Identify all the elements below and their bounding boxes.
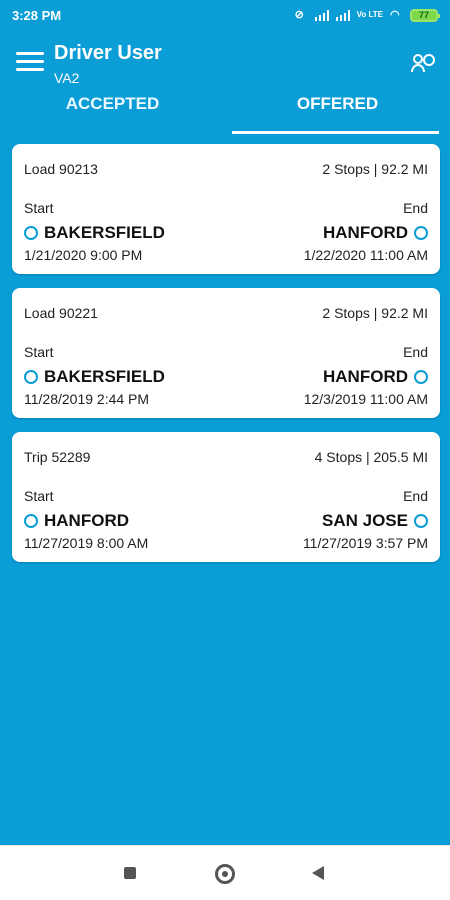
end-time: 12/3/2019 11:00 AM xyxy=(303,391,428,407)
square-icon xyxy=(124,867,136,879)
page-title: Driver User xyxy=(54,42,162,64)
start-circle-icon xyxy=(24,514,38,528)
start-time: 11/28/2019 2:44 PM xyxy=(24,391,150,407)
card-title: Load 90221 xyxy=(24,305,98,321)
start-location: HANFORD xyxy=(24,511,129,531)
start-location-text: HANFORD xyxy=(44,511,129,530)
wifi-icon: ◠ xyxy=(390,8,400,21)
end-location: HANFORD xyxy=(323,367,428,387)
card-title: Trip 52289 xyxy=(24,449,91,465)
end-label: End xyxy=(403,344,428,360)
end-location-text: HANFORD xyxy=(323,367,408,386)
back-triangle-icon xyxy=(312,866,324,880)
card-summary: 2 Stops | 92.2 MI xyxy=(322,305,428,321)
end-location: SAN JOSE xyxy=(322,511,428,531)
load-card[interactable]: Load 90221 2 Stops | 92.2 MI Start End B… xyxy=(12,288,440,418)
end-circle-icon xyxy=(414,370,428,384)
menu-icon[interactable] xyxy=(16,52,44,72)
trip-card[interactable]: Trip 52289 4 Stops | 205.5 MI Start End … xyxy=(12,432,440,562)
card-summary: 4 Stops | 205.5 MI xyxy=(314,449,428,465)
circle-icon xyxy=(215,864,235,884)
end-location-text: SAN JOSE xyxy=(322,511,408,530)
user-switch-icon[interactable] xyxy=(409,52,436,76)
status-time: 3:28 PM xyxy=(12,7,62,23)
volte-label: Vo LTE xyxy=(356,10,383,19)
end-circle-icon xyxy=(414,226,428,240)
start-time: 11/27/2019 8:00 AM xyxy=(24,535,149,551)
signal-icon xyxy=(314,9,329,21)
start-time: 1/21/2020 9:00 PM xyxy=(24,247,143,263)
app-screen: Driver User VA2 ACCEPTED OFFERED Load 90… xyxy=(0,30,450,845)
active-tab-indicator xyxy=(232,131,439,134)
back-button[interactable] xyxy=(290,846,350,900)
card-summary: 2 Stops | 92.2 MI xyxy=(322,161,428,177)
system-navigation-bar xyxy=(0,845,450,900)
top-app-bar: Driver User VA2 xyxy=(0,30,450,94)
start-label: Start xyxy=(24,344,54,360)
start-circle-icon xyxy=(24,226,38,240)
sync-off-icon: ⊘ xyxy=(294,8,304,21)
start-location-text: BAKERSFIELD xyxy=(44,367,165,386)
tab-accepted[interactable]: ACCEPTED xyxy=(0,94,225,134)
battery-icon: 77 xyxy=(410,8,440,22)
status-bar: 3:28 PM ⊘ Vo LTE ◠ 77 xyxy=(0,0,450,30)
end-time: 11/27/2019 3:57 PM xyxy=(302,535,428,551)
home-button[interactable] xyxy=(195,846,255,900)
end-location-text: HANFORD xyxy=(323,223,408,242)
end-label: End xyxy=(403,488,428,504)
load-card[interactable]: Load 90213 2 Stops | 92.2 MI Start End B… xyxy=(12,144,440,274)
end-location: HANFORD xyxy=(323,223,428,243)
status-icons: ⊘ Vo LTE ◠ 77 xyxy=(294,8,440,22)
tab-offered[interactable]: OFFERED xyxy=(225,94,450,134)
end-time: 1/22/2020 11:00 AM xyxy=(303,247,428,263)
start-location-text: BAKERSFIELD xyxy=(44,223,165,242)
card-title: Load 90213 xyxy=(24,161,98,177)
start-label: Start xyxy=(24,200,54,216)
end-label: End xyxy=(403,200,428,216)
start-label: Start xyxy=(24,488,54,504)
end-circle-icon xyxy=(414,514,428,528)
start-location: BAKERSFIELD xyxy=(24,367,165,387)
start-location: BAKERSFIELD xyxy=(24,223,165,243)
start-circle-icon xyxy=(24,370,38,384)
trip-tabs: ACCEPTED OFFERED xyxy=(0,94,450,134)
signal-icon xyxy=(335,9,350,21)
page-subtitle: VA2 xyxy=(54,70,80,86)
recent-apps-button[interactable] xyxy=(100,846,160,900)
